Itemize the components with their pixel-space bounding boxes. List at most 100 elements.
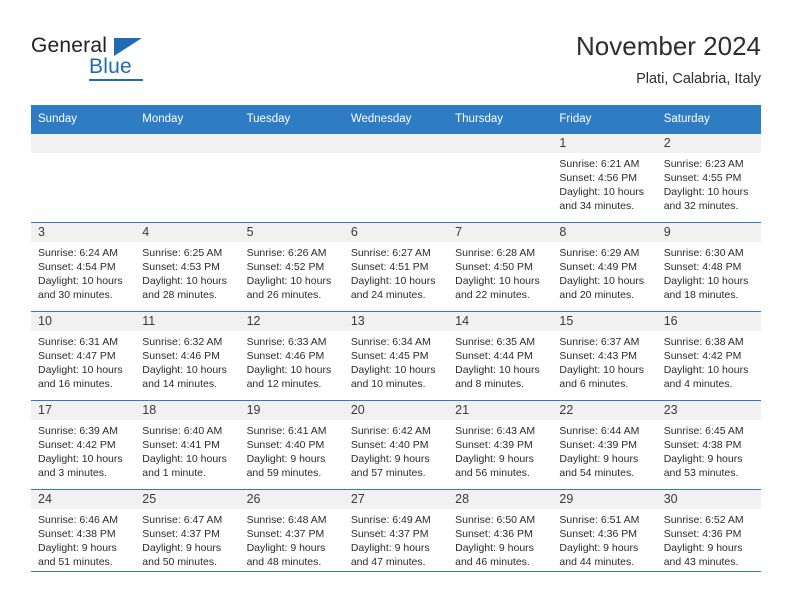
daylight-line1-text: Daylight: 10 hours	[142, 275, 227, 287]
day-cell-inner: 3 Sunrise: 6:24 AM Sunset: 4:54 PM Daylight…	[31, 223, 136, 311]
calendar-day-cell[interactable]: 20 Sunrise: 6:42 AM Sunset: 4:40 PM Dayligh…	[343, 400, 449, 490]
calendar-day-cell[interactable]: 23 Sunrise: 6:45 AM Sunset: 4:38 PM Dayligh…	[656, 400, 761, 490]
calendar-day-cell[interactable]: 7 Sunrise: 6:28 AM Sunset: 4:50 PM Daylight…	[448, 222, 553, 312]
daylight-line2-text: and 14 minutes.	[142, 378, 217, 390]
calendar-day-cell[interactable]: 21 Sunrise: 6:43 AM Sunset: 4:39 PM Dayligh…	[448, 400, 553, 490]
calendar-week-row: 10 Sunrise: 6:31 AM Sunset: 4:47 PM Dayligh…	[31, 311, 761, 401]
sunset-text: Sunset: 4:36 PM	[663, 528, 742, 540]
sunset-text: Sunset: 4:38 PM	[38, 528, 116, 540]
sun-times: Sunrise: 6:33 AM Sunset: 4:46 PM Daylight:…	[240, 331, 344, 391]
calendar-day-cell[interactable]: 24 Sunrise: 6:46 AM Sunset: 4:38 PM Dayligh…	[31, 489, 136, 578]
day-number: 22	[552, 401, 657, 420]
daylight-line1-text: Daylight: 9 hours	[455, 453, 534, 465]
calendar-day-cell[interactable]: 9 Sunrise: 6:30 AM Sunset: 4:48 PM Daylight…	[656, 222, 761, 312]
daylight-line2-text: and 1 minute.	[142, 467, 206, 479]
day-number: 29	[552, 490, 657, 509]
daylight-line1-text: Daylight: 10 hours	[455, 364, 540, 376]
calendar-day-cell[interactable]: 8 Sunrise: 6:29 AM Sunset: 4:49 PM Daylight…	[552, 222, 657, 312]
sunrise-text: Sunrise: 6:48 AM	[246, 514, 327, 526]
calendar-day-cell[interactable]: 16 Sunrise: 6:38 AM Sunset: 4:42 PM Dayligh…	[656, 311, 761, 401]
day-number: 26	[239, 490, 344, 509]
sunrise-text: Sunrise: 6:33 AM	[246, 336, 327, 348]
daylight-line2-text: and 3 minutes.	[38, 467, 107, 479]
calendar-grid: Sunday Monday Tuesday Wednesday Thursday…	[31, 105, 761, 578]
sunset-text: Sunset: 4:49 PM	[559, 261, 638, 273]
sunset-text: Sunset: 4:47 PM	[38, 350, 116, 362]
daylight-line2-text: and 50 minutes.	[142, 556, 217, 568]
day-number: 3	[31, 223, 136, 242]
day-number: 7	[448, 223, 553, 242]
day-number: 10	[31, 312, 136, 331]
sunset-text: Sunset: 4:36 PM	[455, 528, 533, 540]
calendar-day-cell[interactable]: 6 Sunrise: 6:27 AM Sunset: 4:51 PM Daylight…	[343, 222, 449, 312]
day-cell-inner: 20 Sunrise: 6:42 AM Sunset: 4:40 PM Dayligh…	[343, 401, 449, 489]
sunrise-text: Sunrise: 6:25 AM	[142, 247, 223, 259]
calendar-day-cell[interactable]: 11 Sunrise: 6:32 AM Sunset: 4:46 PM Dayligh…	[135, 311, 240, 401]
sun-times: Sunrise: 6:29 AM Sunset: 4:49 PM Daylight:…	[552, 242, 656, 302]
day-cell-inner: 27 Sunrise: 6:49 AM Sunset: 4:37 PM Dayligh…	[343, 490, 449, 578]
day-number	[448, 134, 553, 153]
day-number: 27	[343, 490, 449, 509]
calendar-day-cell[interactable]: 17 Sunrise: 6:39 AM Sunset: 4:42 PM Dayligh…	[31, 400, 136, 490]
daylight-line1-text: Daylight: 10 hours	[38, 364, 123, 376]
calendar-page: General Blue November 2024 Plati, Calabr…	[0, 0, 792, 612]
sunset-text: Sunset: 4:38 PM	[663, 439, 742, 451]
sunset-text: Sunset: 4:37 PM	[350, 528, 429, 540]
day-cell-inner: 6 Sunrise: 6:27 AM Sunset: 4:51 PM Daylight…	[343, 223, 449, 311]
daylight-line2-text: and 51 minutes.	[38, 556, 113, 568]
calendar-day-cell[interactable]: 12 Sunrise: 6:33 AM Sunset: 4:46 PM Dayligh…	[239, 311, 344, 401]
sunrise-text: Sunrise: 6:35 AM	[455, 336, 536, 348]
daylight-line2-text: and 34 minutes.	[559, 200, 635, 212]
calendar-day-cell[interactable]: 29 Sunrise: 6:51 AM Sunset: 4:36 PM Dayligh…	[552, 489, 657, 578]
weekday-header-wednesday: Wednesday	[343, 105, 449, 134]
weekday-header-monday: Monday	[135, 105, 240, 134]
calendar-day-cell[interactable]: 10 Sunrise: 6:31 AM Sunset: 4:47 PM Dayligh…	[31, 311, 136, 401]
daylight-line2-text: and 32 minutes.	[663, 200, 739, 212]
daylight-line2-text: and 30 minutes.	[38, 289, 113, 301]
day-number: 28	[448, 490, 553, 509]
sunset-text: Sunset: 4:43 PM	[559, 350, 638, 362]
sunrise-text: Sunrise: 6:24 AM	[38, 247, 118, 259]
day-cell-inner: 14 Sunrise: 6:35 AM Sunset: 4:44 PM Dayligh…	[448, 312, 553, 400]
daylight-line2-text: and 22 minutes.	[455, 289, 530, 301]
day-cell-inner	[31, 134, 136, 222]
sunrise-text: Sunrise: 6:52 AM	[663, 514, 744, 526]
daylight-line2-text: and 44 minutes.	[559, 556, 635, 568]
sunrise-text: Sunrise: 6:39 AM	[38, 425, 118, 437]
sun-times: Sunrise: 6:51 AM Sunset: 4:36 PM Daylight:…	[552, 509, 656, 569]
calendar-day-cell[interactable]: 27 Sunrise: 6:49 AM Sunset: 4:37 PM Dayligh…	[343, 489, 449, 578]
weekday-header-thursday: Thursday	[448, 105, 553, 134]
calendar-day-cell-empty	[239, 133, 344, 223]
sunrise-text: Sunrise: 6:30 AM	[663, 247, 744, 259]
calendar-body: 1 Sunrise: 6:21 AM Sunset: 4:56 PM Daylight…	[31, 133, 761, 578]
calendar-day-cell[interactable]: 15 Sunrise: 6:37 AM Sunset: 4:43 PM Dayligh…	[552, 311, 657, 401]
daylight-line1-text: Daylight: 10 hours	[142, 453, 227, 465]
calendar-day-cell[interactable]: 22 Sunrise: 6:44 AM Sunset: 4:39 PM Dayligh…	[552, 400, 657, 490]
calendar-day-cell[interactable]: 25 Sunrise: 6:47 AM Sunset: 4:37 PM Dayligh…	[135, 489, 240, 578]
calendar-day-cell[interactable]: 18 Sunrise: 6:40 AM Sunset: 4:41 PM Dayligh…	[135, 400, 240, 490]
calendar-day-cell[interactable]: 14 Sunrise: 6:35 AM Sunset: 4:44 PM Dayligh…	[448, 311, 553, 401]
sunset-text: Sunset: 4:42 PM	[38, 439, 116, 451]
calendar-day-cell[interactable]: 28 Sunrise: 6:50 AM Sunset: 4:36 PM Dayligh…	[448, 489, 553, 578]
sun-times: Sunrise: 6:52 AM Sunset: 4:36 PM Daylight:…	[657, 509, 761, 569]
calendar-day-cell[interactable]: 3 Sunrise: 6:24 AM Sunset: 4:54 PM Daylight…	[31, 222, 136, 312]
daylight-line2-text: and 12 minutes.	[246, 378, 322, 390]
general-blue-logo[interactable]: General Blue	[31, 34, 231, 90]
calendar-day-cell-empty	[343, 133, 449, 223]
calendar-day-cell[interactable]: 13 Sunrise: 6:34 AM Sunset: 4:45 PM Dayligh…	[343, 311, 449, 401]
day-cell-inner: 8 Sunrise: 6:29 AM Sunset: 4:49 PM Daylight…	[552, 223, 657, 311]
day-cell-inner: 29 Sunrise: 6:51 AM Sunset: 4:36 PM Dayligh…	[552, 490, 657, 578]
day-number: 13	[343, 312, 449, 331]
calendar-day-cell[interactable]: 4 Sunrise: 6:25 AM Sunset: 4:53 PM Daylight…	[135, 222, 240, 312]
daylight-line1-text: Daylight: 9 hours	[559, 542, 639, 554]
calendar-day-cell[interactable]: 19 Sunrise: 6:41 AM Sunset: 4:40 PM Dayligh…	[239, 400, 344, 490]
day-cell-inner: 30 Sunrise: 6:52 AM Sunset: 4:36 PM Dayligh…	[656, 490, 761, 578]
calendar-day-cell[interactable]: 2 Sunrise: 6:23 AM Sunset: 4:55 PM Daylight…	[656, 133, 761, 223]
sunrise-text: Sunrise: 6:42 AM	[350, 425, 431, 437]
calendar-day-cell[interactable]: 30 Sunrise: 6:52 AM Sunset: 4:36 PM Dayligh…	[656, 489, 761, 578]
sunrise-text: Sunrise: 6:21 AM	[559, 158, 640, 170]
calendar-day-cell[interactable]: 1 Sunrise: 6:21 AM Sunset: 4:56 PM Daylight…	[552, 133, 657, 223]
calendar-day-cell[interactable]: 26 Sunrise: 6:48 AM Sunset: 4:37 PM Dayligh…	[239, 489, 344, 578]
daylight-line1-text: Daylight: 10 hours	[350, 364, 436, 376]
calendar-day-cell[interactable]: 5 Sunrise: 6:26 AM Sunset: 4:52 PM Daylight…	[239, 222, 344, 312]
